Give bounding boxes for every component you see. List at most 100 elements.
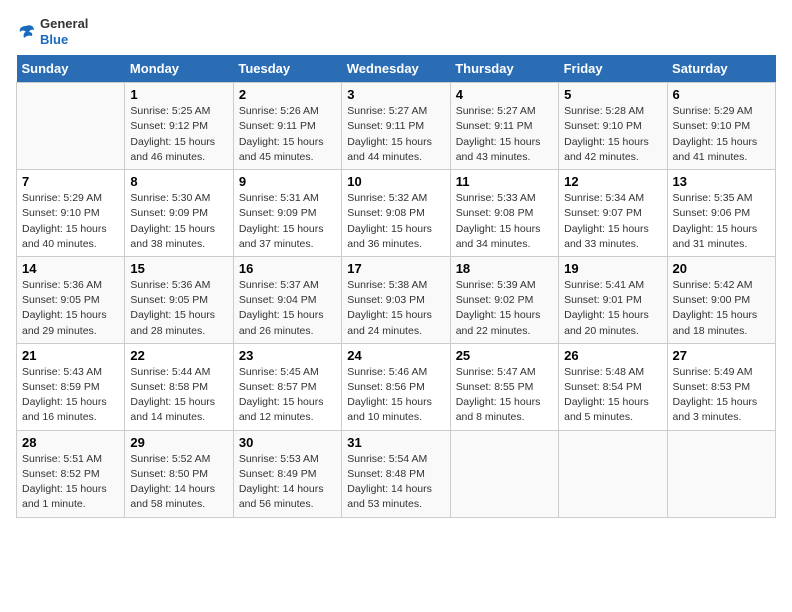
day-number: 30 xyxy=(239,435,336,450)
calendar-cell: 3 Sunrise: 5:27 AM Sunset: 9:11 PM Daylig… xyxy=(342,83,450,170)
day-number: 25 xyxy=(456,348,553,363)
calendar-cell: 17Sunrise: 5:38 AM Sunset: 9:03 PM Dayli… xyxy=(342,256,450,343)
calendar-cell: 26 Sunrise: 5:48 AM Sunset: 8:54 PM Dayli… xyxy=(559,343,667,430)
day-info: Sunrise: 5:33 AM Sunset: 9:08 PM Dayligh… xyxy=(456,191,553,252)
day-number: 28 xyxy=(22,435,119,450)
calendar-cell: 9 Sunrise: 5:31 AM Sunset: 9:09 PM Daylig… xyxy=(233,170,341,257)
day-number: 21 xyxy=(22,348,119,363)
calendar-cell: 13 Sunrise: 5:35 AM Sunset: 9:06 PM Dayli… xyxy=(667,170,775,257)
calendar-cell: 22 Sunrise: 5:44 AM Sunset: 8:58 PM Dayli… xyxy=(125,343,233,430)
calendar-cell: 16 Sunrise: 5:37 AM Sunset: 9:04 PM Dayli… xyxy=(233,256,341,343)
day-info: Sunrise: 5:29 AM Sunset: 9:10 PM Dayligh… xyxy=(673,104,770,165)
day-number: 3 xyxy=(347,87,444,102)
day-number: 10 xyxy=(347,174,444,189)
calendar-cell: 23 Sunrise: 5:45 AM Sunset: 8:57 PM Dayli… xyxy=(233,343,341,430)
week-row-3: 14 Sunrise: 5:36 AM Sunset: 9:05 PM Dayli… xyxy=(17,256,776,343)
calendar-cell: 24 Sunrise: 5:46 AM Sunset: 8:56 PM Dayli… xyxy=(342,343,450,430)
day-number: 14 xyxy=(22,261,119,276)
day-number: 18 xyxy=(456,261,553,276)
day-info: Sunrise: 5:52 AM Sunset: 8:50 PM Dayligh… xyxy=(130,452,227,513)
calendar-cell: 15Sunrise: 5:36 AM Sunset: 9:05 PM Dayli… xyxy=(125,256,233,343)
calendar-cell xyxy=(667,430,775,517)
day-number: 23 xyxy=(239,348,336,363)
day-info: Sunrise: 5:47 AM Sunset: 8:55 PM Dayligh… xyxy=(456,365,553,426)
day-number: 2 xyxy=(239,87,336,102)
header-day-saturday: Saturday xyxy=(667,55,775,83)
day-info: Sunrise: 5:35 AM Sunset: 9:06 PM Dayligh… xyxy=(673,191,770,252)
day-number: 12 xyxy=(564,174,661,189)
calendar-cell: 20 Sunrise: 5:42 AM Sunset: 9:00 PM Dayli… xyxy=(667,256,775,343)
calendar-cell: 21 Sunrise: 5:43 AM Sunset: 8:59 PM Dayli… xyxy=(17,343,125,430)
calendar-cell: 11 Sunrise: 5:33 AM Sunset: 9:08 PM Dayli… xyxy=(450,170,558,257)
day-info: Sunrise: 5:39 AM Sunset: 9:02 PM Dayligh… xyxy=(456,278,553,339)
day-info: Sunrise: 5:28 AM Sunset: 9:10 PM Dayligh… xyxy=(564,104,661,165)
calendar-cell: 12 Sunrise: 5:34 AM Sunset: 9:07 PM Dayli… xyxy=(559,170,667,257)
day-info: Sunrise: 5:53 AM Sunset: 8:49 PM Dayligh… xyxy=(239,452,336,513)
day-number: 20 xyxy=(673,261,770,276)
calendar-cell: 8Sunrise: 5:30 AM Sunset: 9:09 PM Daylig… xyxy=(125,170,233,257)
day-info: Sunrise: 5:31 AM Sunset: 9:09 PM Dayligh… xyxy=(239,191,336,252)
calendar-table: SundayMondayTuesdayWednesdayThursdayFrid… xyxy=(16,55,776,517)
day-info: Sunrise: 5:37 AM Sunset: 9:04 PM Dayligh… xyxy=(239,278,336,339)
day-number: 29 xyxy=(130,435,227,450)
calendar-cell xyxy=(17,83,125,170)
day-number: 11 xyxy=(456,174,553,189)
day-number: 7 xyxy=(22,174,119,189)
header-row: SundayMondayTuesdayWednesdayThursdayFrid… xyxy=(17,55,776,83)
logo-text-general: General xyxy=(40,16,88,32)
day-number: 24 xyxy=(347,348,444,363)
calendar-cell: 2 Sunrise: 5:26 AM Sunset: 9:11 PM Daylig… xyxy=(233,83,341,170)
calendar-cell: 31Sunrise: 5:54 AM Sunset: 8:48 PM Dayli… xyxy=(342,430,450,517)
day-number: 22 xyxy=(130,348,227,363)
calendar-cell: 7Sunrise: 5:29 AM Sunset: 9:10 PM Daylig… xyxy=(17,170,125,257)
day-number: 8 xyxy=(130,174,227,189)
day-info: Sunrise: 5:36 AM Sunset: 9:05 PM Dayligh… xyxy=(130,278,227,339)
logo: General Blue xyxy=(16,16,88,47)
calendar-cell: 28 Sunrise: 5:51 AM Sunset: 8:52 PM Dayli… xyxy=(17,430,125,517)
day-number: 16 xyxy=(239,261,336,276)
day-info: Sunrise: 5:43 AM Sunset: 8:59 PM Dayligh… xyxy=(22,365,119,426)
calendar-cell: 29 Sunrise: 5:52 AM Sunset: 8:50 PM Dayli… xyxy=(125,430,233,517)
day-info: Sunrise: 5:32 AM Sunset: 9:08 PM Dayligh… xyxy=(347,191,444,252)
day-number: 5 xyxy=(564,87,661,102)
week-row-4: 21 Sunrise: 5:43 AM Sunset: 8:59 PM Dayli… xyxy=(17,343,776,430)
logo-text-blue: Blue xyxy=(40,32,88,48)
day-number: 31 xyxy=(347,435,444,450)
day-info: Sunrise: 5:26 AM Sunset: 9:11 PM Dayligh… xyxy=(239,104,336,165)
day-number: 4 xyxy=(456,87,553,102)
day-number: 9 xyxy=(239,174,336,189)
day-info: Sunrise: 5:46 AM Sunset: 8:56 PM Dayligh… xyxy=(347,365,444,426)
day-info: Sunrise: 5:42 AM Sunset: 9:00 PM Dayligh… xyxy=(673,278,770,339)
header-day-wednesday: Wednesday xyxy=(342,55,450,83)
calendar-cell: 1Sunrise: 5:25 AM Sunset: 9:12 PM Daylig… xyxy=(125,83,233,170)
day-info: Sunrise: 5:27 AM Sunset: 9:11 PM Dayligh… xyxy=(456,104,553,165)
day-info: Sunrise: 5:34 AM Sunset: 9:07 PM Dayligh… xyxy=(564,191,661,252)
calendar-cell: 10 Sunrise: 5:32 AM Sunset: 9:08 PM Dayli… xyxy=(342,170,450,257)
day-info: Sunrise: 5:45 AM Sunset: 8:57 PM Dayligh… xyxy=(239,365,336,426)
day-info: Sunrise: 5:44 AM Sunset: 8:58 PM Dayligh… xyxy=(130,365,227,426)
day-number: 26 xyxy=(564,348,661,363)
calendar-cell: 19Sunrise: 5:41 AM Sunset: 9:01 PM Dayli… xyxy=(559,256,667,343)
header-day-friday: Friday xyxy=(559,55,667,83)
day-info: Sunrise: 5:49 AM Sunset: 8:53 PM Dayligh… xyxy=(673,365,770,426)
day-info: Sunrise: 5:38 AM Sunset: 9:03 PM Dayligh… xyxy=(347,278,444,339)
day-info: Sunrise: 5:51 AM Sunset: 8:52 PM Dayligh… xyxy=(22,452,119,513)
week-row-5: 28 Sunrise: 5:51 AM Sunset: 8:52 PM Dayli… xyxy=(17,430,776,517)
header-day-thursday: Thursday xyxy=(450,55,558,83)
week-row-1: 1Sunrise: 5:25 AM Sunset: 9:12 PM Daylig… xyxy=(17,83,776,170)
day-number: 13 xyxy=(673,174,770,189)
calendar-cell: 4 Sunrise: 5:27 AM Sunset: 9:11 PM Daylig… xyxy=(450,83,558,170)
day-info: Sunrise: 5:25 AM Sunset: 9:12 PM Dayligh… xyxy=(130,104,227,165)
week-row-2: 7Sunrise: 5:29 AM Sunset: 9:10 PM Daylig… xyxy=(17,170,776,257)
page-header: General Blue xyxy=(16,16,776,47)
day-number: 6 xyxy=(673,87,770,102)
day-info: Sunrise: 5:27 AM Sunset: 9:11 PM Dayligh… xyxy=(347,104,444,165)
calendar-cell: 27 Sunrise: 5:49 AM Sunset: 8:53 PM Dayli… xyxy=(667,343,775,430)
header-day-sunday: Sunday xyxy=(17,55,125,83)
calendar-cell xyxy=(450,430,558,517)
day-info: Sunrise: 5:41 AM Sunset: 9:01 PM Dayligh… xyxy=(564,278,661,339)
header-day-tuesday: Tuesday xyxy=(233,55,341,83)
calendar-cell: 6 Sunrise: 5:29 AM Sunset: 9:10 PM Daylig… xyxy=(667,83,775,170)
day-info: Sunrise: 5:48 AM Sunset: 8:54 PM Dayligh… xyxy=(564,365,661,426)
day-number: 27 xyxy=(673,348,770,363)
